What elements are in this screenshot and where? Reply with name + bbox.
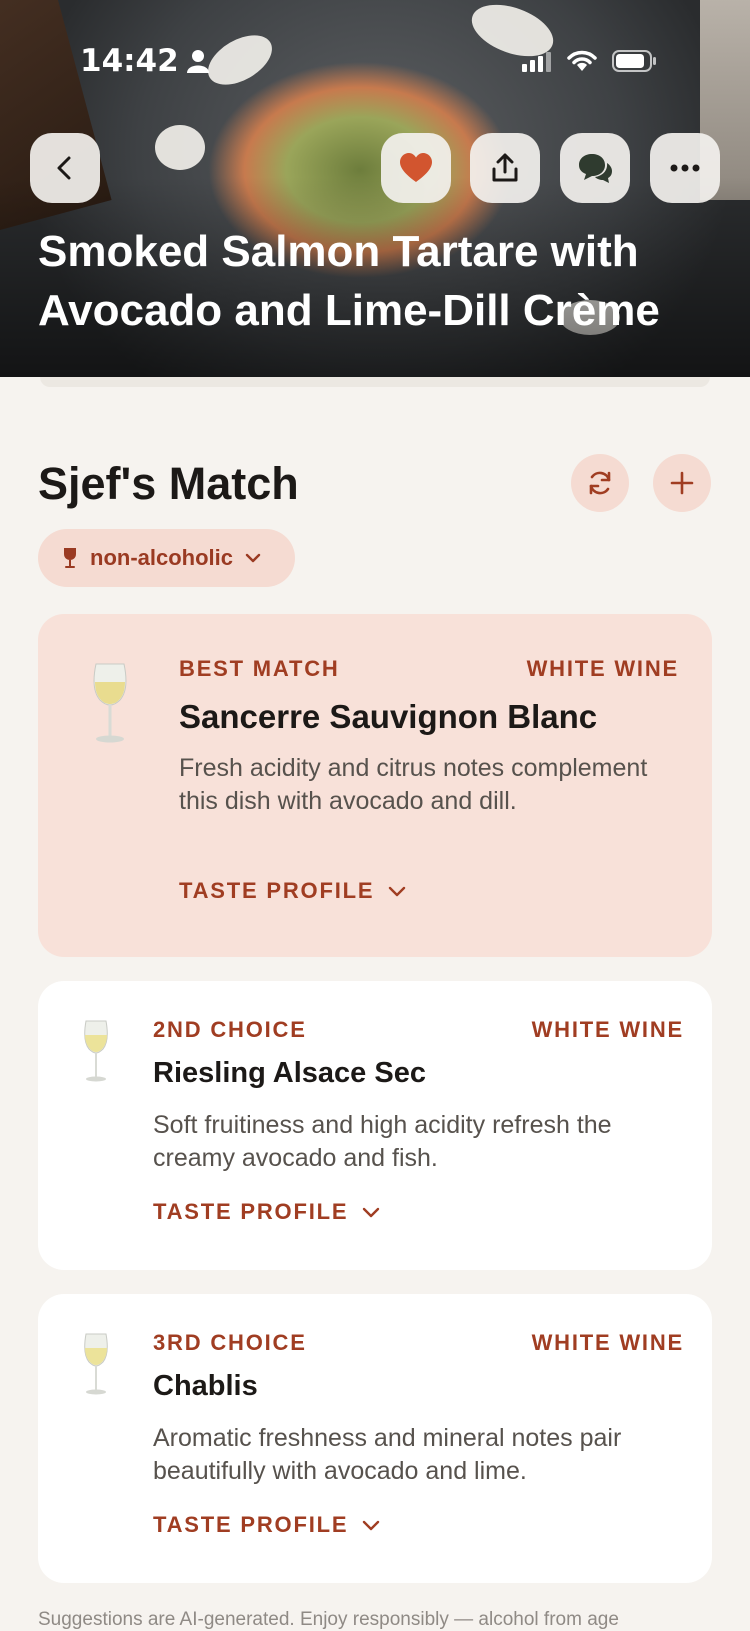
favorite-button[interactable]: [381, 133, 451, 203]
more-icon: [670, 164, 700, 172]
drink-name: Sancerre Sauvignon Blanc: [179, 698, 598, 735]
taste-profile-label: TASTE PROFILE: [153, 1512, 349, 1537]
taste-profile-toggle[interactable]: TASTE PROFILE: [153, 1512, 380, 1538]
section-title: Sjef's Match: [38, 458, 299, 509]
card-meta-row: BEST MATCH WHITE WINE: [179, 656, 679, 682]
pairing-card[interactable]: BEST MATCH WHITE WINE Sancerre Sauvignon…: [38, 614, 712, 957]
pairing-card[interactable]: 2ND CHOICE WHITE WINE Riesling Alsace Se…: [38, 981, 712, 1270]
rank-label: 3RD CHOICE: [153, 1330, 307, 1355]
chevron-down-icon: [389, 886, 406, 896]
ai-disclaimer: Suggestions are AI-generated. Enjoy resp…: [38, 1609, 619, 1630]
taste-profile-toggle[interactable]: TASTE PROFILE: [179, 878, 406, 904]
wine-glass-icon: [84, 1020, 108, 1082]
drink-description: Soft fruitiness and high acidity refresh…: [153, 1111, 612, 1172]
creme-dollop: [155, 125, 205, 170]
chevron-down-icon: [245, 553, 261, 563]
status-bar: 14:42: [80, 40, 658, 82]
status-time: 14:42: [80, 43, 209, 79]
drink-filter-label: non-alcoholic: [90, 545, 233, 570]
rank-label: 2ND CHOICE: [153, 1017, 307, 1042]
drink-name: Chablis: [153, 1370, 258, 1402]
refresh-button[interactable]: [571, 454, 629, 512]
more-button[interactable]: [650, 133, 720, 203]
hero-image: 14:42 Smoked Salmon Tartare with Avocado…: [0, 0, 750, 377]
taste-profile-label: TASTE PROFILE: [153, 1199, 349, 1224]
rank-label: BEST MATCH: [179, 656, 340, 681]
chat-button[interactable]: [560, 133, 630, 203]
drink-description: Fresh acidity and citrus notes complemen…: [179, 754, 648, 815]
plus-icon: [670, 471, 694, 495]
chat-icon: [579, 154, 612, 183]
recipe-title: Smoked Salmon Tartare with Avocado and L…: [38, 227, 660, 335]
chevron-down-icon: [363, 1520, 380, 1530]
status-icons: [522, 49, 658, 73]
share-icon: [492, 153, 518, 182]
drink-description: Aromatic freshness and mineral notes pai…: [153, 1424, 622, 1485]
person-icon: [186, 50, 209, 73]
back-button[interactable]: [30, 133, 100, 203]
drink-name: Riesling Alsace Sec: [153, 1057, 426, 1089]
wine-glass-icon: [84, 1333, 108, 1395]
drink-type-label: WHITE WINE: [531, 1330, 684, 1355]
drink-filter-dropdown[interactable]: non-alcoholic: [38, 529, 295, 587]
battery-icon: [612, 50, 656, 72]
signal-icon: [522, 52, 551, 72]
back-icon: [57, 156, 71, 180]
chevron-down-icon: [363, 1207, 380, 1217]
wine-glass-icon: [93, 663, 127, 743]
refresh-icon: [589, 471, 611, 495]
drink-type-label: WHITE WINE: [526, 656, 679, 681]
drink-type-label: WHITE WINE: [531, 1017, 684, 1042]
wifi-icon: [567, 50, 597, 71]
card-meta-row: 2ND CHOICE WHITE WINE: [153, 1017, 684, 1043]
share-button[interactable]: [470, 133, 540, 203]
pairing-card[interactable]: 3RD CHOICE WHITE WINE Chablis Aromatic f…: [38, 1294, 712, 1583]
add-button[interactable]: [653, 454, 711, 512]
heart-icon: [400, 153, 432, 182]
glass-icon: [64, 548, 76, 568]
card-meta-row: 3RD CHOICE WHITE WINE: [153, 1330, 684, 1356]
sheet-handle: [40, 377, 710, 387]
taste-profile-toggle[interactable]: TASTE PROFILE: [153, 1199, 380, 1225]
taste-profile-label: TASTE PROFILE: [179, 878, 375, 903]
